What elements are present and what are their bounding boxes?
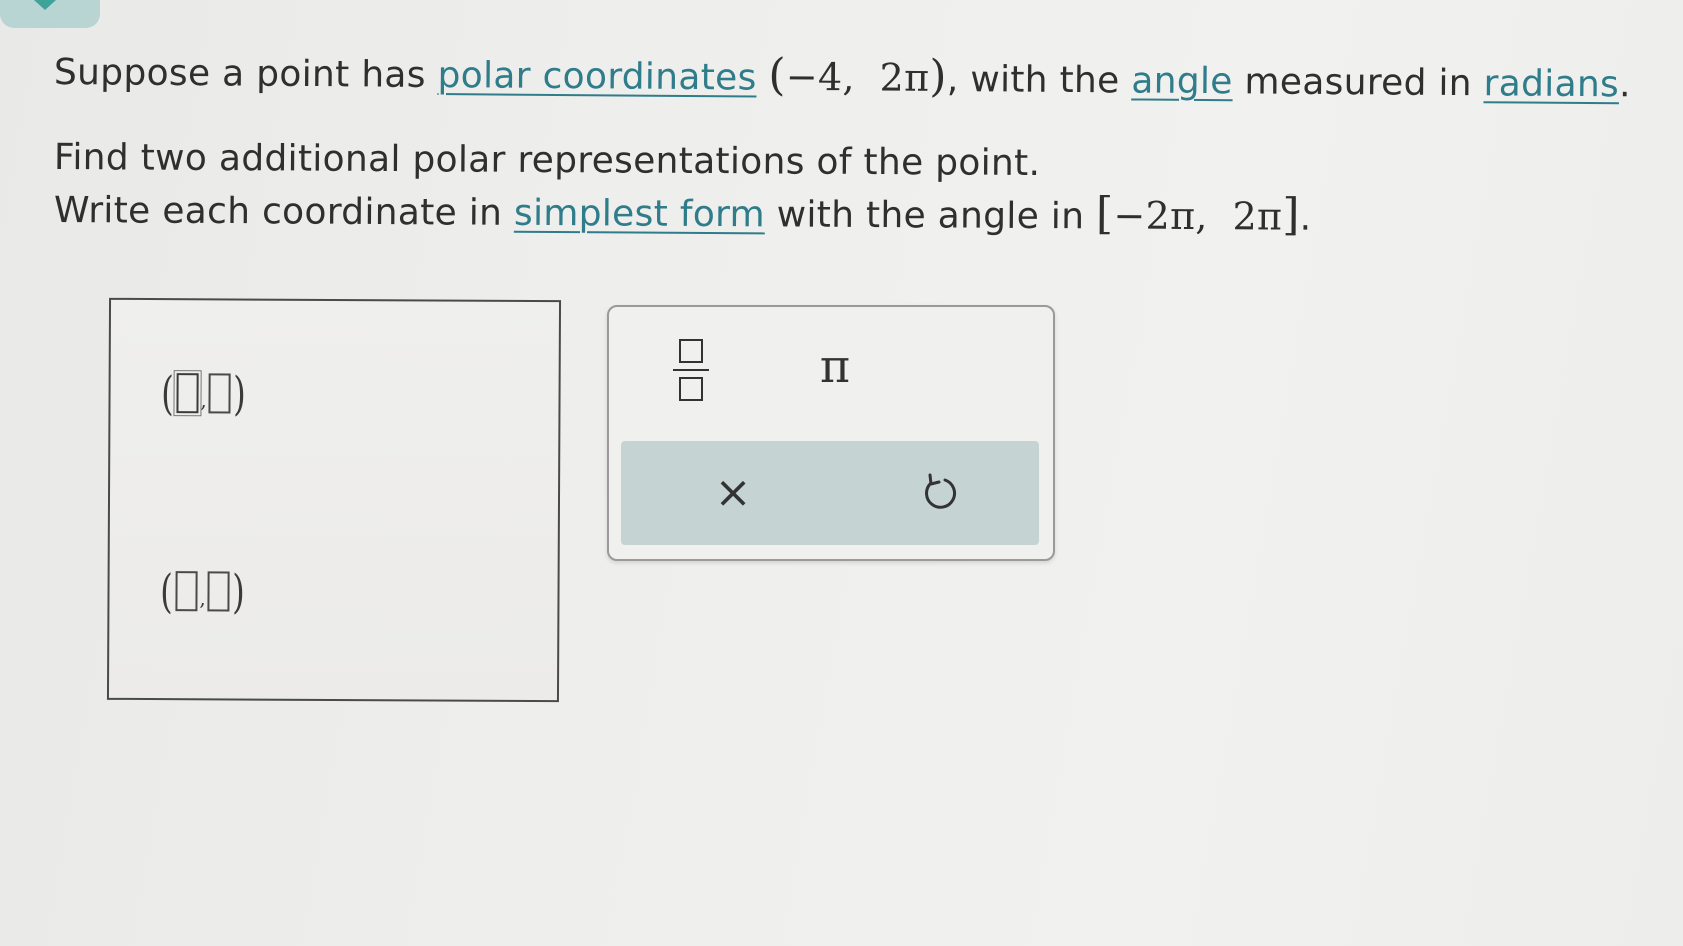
r-input-1[interactable] <box>173 370 202 417</box>
answer-pair-1: ( , ) <box>158 366 249 421</box>
angle-interval: [−2π, 2π] <box>1096 188 1300 241</box>
link-simplest-form[interactable]: simplest form <box>514 193 765 236</box>
r-input-2[interactable] <box>175 571 198 612</box>
prompt-text: with the angle in <box>764 194 1097 238</box>
interval-close-bracket: ] <box>1282 189 1300 241</box>
denominator-box <box>679 377 703 401</box>
prompt-line-1: Suppose a point has polar coordinates (−… <box>54 48 1631 107</box>
link-radians[interactable]: radians <box>1483 63 1619 105</box>
fraction-button[interactable] <box>669 335 713 405</box>
prompt-text: Suppose a point has <box>53 52 438 97</box>
chevron-down-icon <box>34 0 56 10</box>
link-polar-coordinates[interactable]: polar coordinates <box>437 55 756 99</box>
comma: , <box>199 586 206 611</box>
action-bar: × <box>621 441 1039 545</box>
clear-button[interactable]: × <box>705 465 761 521</box>
numerator-box <box>679 339 703 363</box>
undo-button[interactable] <box>913 467 965 519</box>
interval-low: −2π, <box>1113 193 1208 239</box>
open-paren: ( <box>160 564 173 619</box>
clear-icon: × <box>714 467 752 518</box>
prompt-text: Write each coordinate in <box>53 190 515 234</box>
prompt-text: measured in <box>1232 61 1484 105</box>
theta-input-1[interactable] <box>208 373 231 414</box>
open-paren: ( <box>161 366 174 421</box>
answer-pair-2: ( , ) <box>157 564 248 619</box>
close-paren: ) <box>233 366 247 421</box>
point-r-value: −4, <box>785 54 855 100</box>
math-keypad: π × <box>607 305 1055 561</box>
answer-area: ( , ) ( , ) <box>106 297 562 703</box>
comma: , <box>200 388 207 413</box>
given-point: (−4, 2π) <box>768 50 947 102</box>
close-paren: ) <box>232 564 246 619</box>
link-angle[interactable]: angle <box>1131 60 1233 102</box>
prompt-text: . <box>1299 197 1312 239</box>
point-close-paren: ) <box>929 50 948 103</box>
point-theta-value: 2π <box>879 55 930 100</box>
menu-tab[interactable] <box>0 0 100 28</box>
theta-input-2[interactable] <box>207 571 230 612</box>
prompt-line-3: Write each coordinate in simplest form w… <box>54 186 1312 241</box>
prompt-line-2: Find two additional polar representation… <box>53 137 1041 185</box>
interval-high: 2π <box>1232 194 1283 239</box>
undo-icon <box>925 473 956 509</box>
prompt-text: . <box>1618 64 1631 106</box>
fraction-bar <box>673 369 709 371</box>
prompt-text: , with the <box>946 59 1132 102</box>
point-open-paren: ( <box>768 49 787 101</box>
interval-open-bracket: [ <box>1095 188 1114 240</box>
pi-button[interactable]: π <box>805 341 865 391</box>
